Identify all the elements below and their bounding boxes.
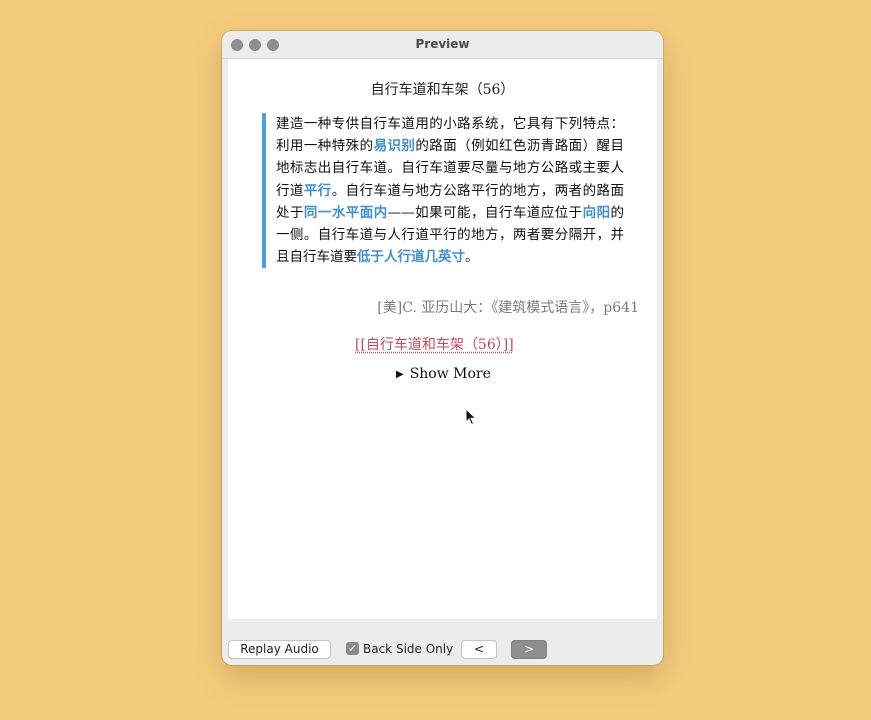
back-side-only-label[interactable]: Back Side Only (363, 642, 453, 656)
next-card-button[interactable]: > (511, 640, 547, 659)
bottom-toolbar: Replay Audio ✓ Back Side Only < > (222, 629, 663, 665)
quote-highlight: 同一水平面内 (303, 204, 388, 221)
title-bar[interactable]: Preview (222, 31, 663, 59)
show-more-label: Show More (409, 366, 491, 382)
preview-window: Preview 自行车道和车架（56） 建造一种专供自行车道用的小路系统，它具有… (222, 31, 663, 665)
window-title: Preview (415, 37, 470, 51)
card-content: 自行车道和车架（56） 建造一种专供自行车道用的小路系统，它具有下列特点：利用一… (228, 59, 657, 619)
quote-source: [美]C. 亚历山大：《建筑模式语言》，p641 (377, 300, 639, 316)
disclosure-triangle-icon: ▶ (396, 369, 404, 380)
quote-highlight: 向阳 (582, 204, 611, 221)
quote-text: 。 (465, 249, 479, 266)
quote-highlight: 易识别 (373, 138, 416, 155)
quote-block: 建造一种专供自行车道用的小路系统，它具有下列特点：利用一种特殊的易识别的路面（例… (262, 113, 624, 269)
card-title: 自行车道和车架（56） (370, 82, 515, 98)
card-link[interactable]: [[自行车道和车架（56）]] (355, 334, 514, 354)
show-more-toggle[interactable]: ▶ Show More (396, 366, 491, 382)
quote-highlight: 低于人行道几英寸 (357, 249, 465, 266)
replay-audio-button[interactable]: Replay Audio (228, 640, 331, 659)
back-side-only-checkbox[interactable]: ✓ (346, 642, 359, 655)
quote-highlight: 平行 (303, 182, 332, 199)
mouse-pointer-icon (465, 408, 477, 426)
previous-card-button[interactable]: < (461, 640, 497, 659)
quote-text: ——如果可能，自行车道应位于 (387, 204, 583, 221)
